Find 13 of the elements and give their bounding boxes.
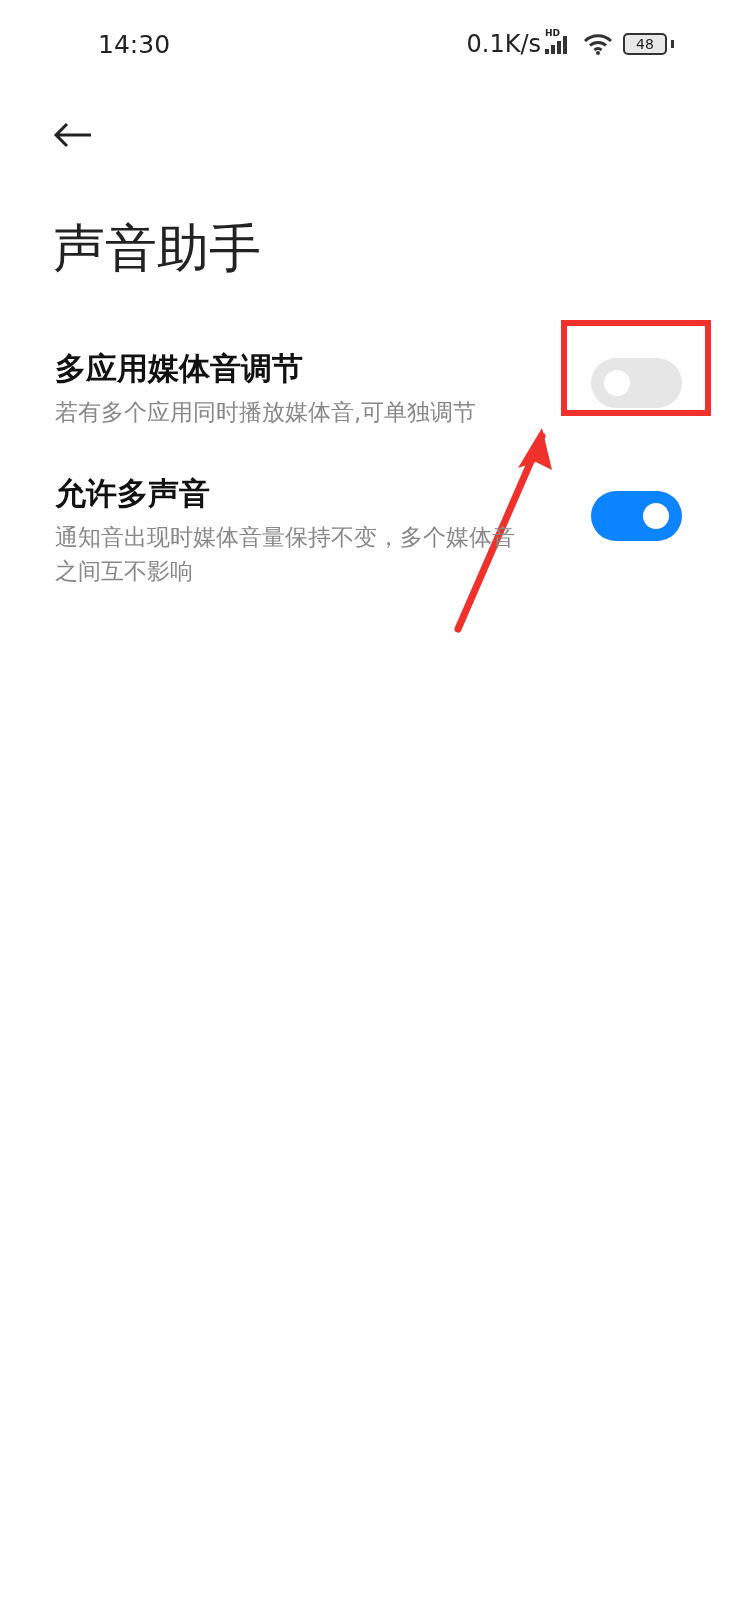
wifi-icon: [583, 33, 613, 55]
battery-level: 48: [623, 33, 667, 55]
network-type-label: HD: [545, 28, 560, 38]
toggle-switch[interactable]: [591, 491, 682, 542]
toggle-switch[interactable]: [591, 358, 682, 408]
back-icon[interactable]: [53, 122, 93, 148]
status-time: 14:30: [98, 29, 171, 59]
network-speed: 0.1K/s: [466, 30, 541, 58]
setting-title: 允许多声音: [55, 474, 211, 514]
page-title: 声音助手: [53, 217, 262, 280]
battery-tip-icon: [671, 40, 674, 48]
setting-description: 若有多个应用同时播放媒体音,可单独调节: [55, 398, 477, 427]
setting-title: 多应用媒体音调节: [55, 349, 304, 388]
